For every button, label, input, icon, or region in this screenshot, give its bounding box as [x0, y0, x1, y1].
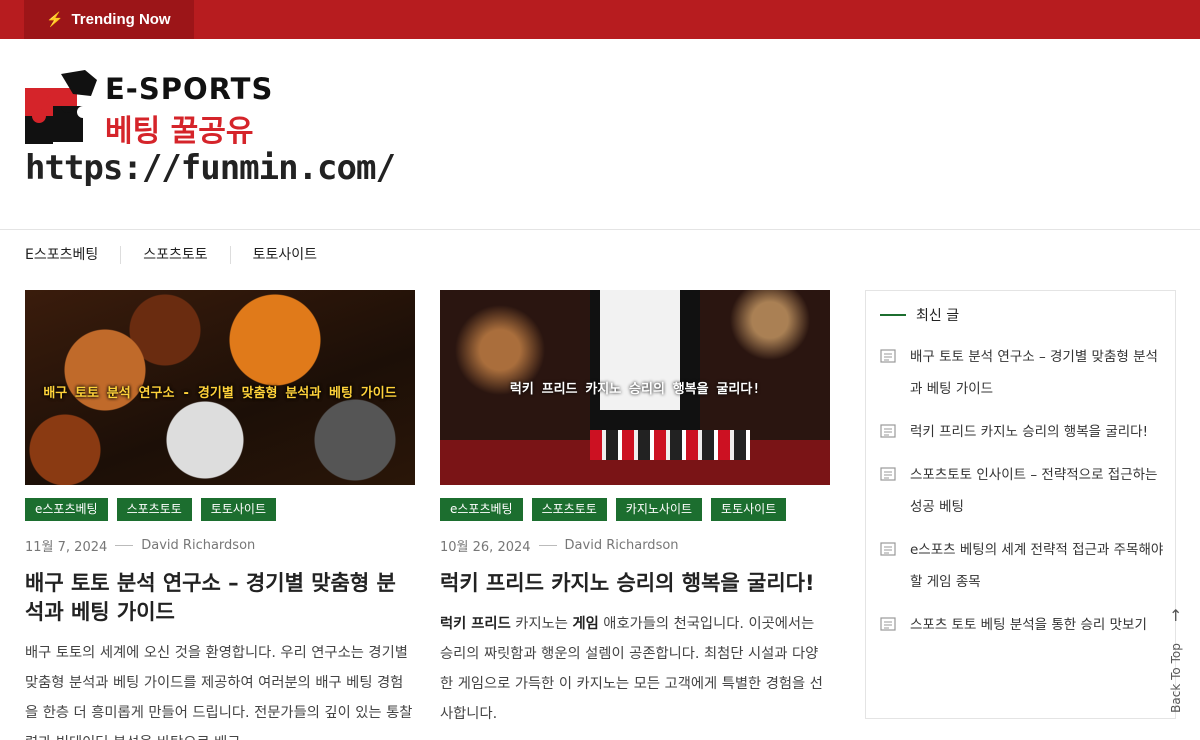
- post-author[interactable]: David Richardson: [141, 538, 255, 553]
- recent-post-link[interactable]: 럭키 프리드 카지노 승리의 행복을 굴리다!: [910, 416, 1148, 448]
- post-card: 럭키 프리드 카지노 승리의 행복을 굴리다! e스포츠베팅 스포츠토토 카지노…: [440, 290, 830, 729]
- top-bar: ⚡ Trending Now: [0, 0, 1200, 39]
- tag-link[interactable]: e스포츠베팅: [25, 498, 108, 521]
- site-logo[interactable]: E-SPORTS 베팅 꿀공유: [25, 70, 275, 150]
- post-title[interactable]: 배구 토토 분석 연구소 – 경기별 맞춤형 분석과 베팅 가이드: [25, 569, 415, 627]
- widget-title: 최신 글: [916, 308, 960, 324]
- tag-link[interactable]: 토토사이트: [200, 498, 276, 521]
- list-item: 스포츠토토 인사이트 – 전략적으로 접근하는 성공 베팅: [880, 459, 1164, 523]
- list-item: 럭키 프리드 카지노 승리의 행복을 굴리다!: [880, 416, 1164, 448]
- recent-posts-list: 배구 토토 분석 연구소 – 경기별 맞춤형 분석과 베팅 가이드 럭키 프리드…: [880, 341, 1164, 652]
- list-item: 스포츠 토토 베팅 분석을 통한 승리 맛보기: [880, 609, 1164, 641]
- excerpt-bold: 럭키 프리드: [440, 616, 511, 632]
- thumbnail-caption: 배구 토토 분석 연구소 - 경기별 맞춤형 분석과 베팅 가이드: [43, 386, 397, 401]
- document-icon: [880, 341, 896, 405]
- header-divider: [0, 229, 1200, 230]
- post-excerpt: 배구 토토의 세계에 오신 것을 환영합니다. 우리 연구소는 경기별 맞춤형 …: [25, 645, 413, 740]
- document-icon: [880, 534, 896, 598]
- logo-line-2: 베팅 꿀공유: [105, 114, 254, 149]
- document-icon: [880, 459, 896, 523]
- widget-heading: 최신 글: [880, 305, 959, 325]
- back-to-top-button[interactable]: ↑ Back To Top: [1166, 606, 1186, 716]
- document-icon: [880, 416, 896, 448]
- thumbnail-caption: 럭키 프리드 카지노 승리의 행복을 굴리다!: [509, 382, 761, 397]
- trending-now-button[interactable]: ⚡ Trending Now: [24, 0, 194, 39]
- post-author[interactable]: David Richardson: [565, 538, 679, 553]
- recent-post-link[interactable]: 스포츠 토토 베팅 분석을 통한 승리 맛보기: [910, 609, 1147, 641]
- post-thumbnail[interactable]: 배구 토토 분석 연구소 - 경기별 맞춤형 분석과 베팅 가이드: [25, 290, 415, 485]
- lightning-icon: ⚡: [46, 11, 64, 27]
- meta-divider: [115, 545, 134, 546]
- list-item: 배구 토토 분석 연구소 – 경기별 맞춤형 분석과 베팅 가이드: [880, 341, 1164, 405]
- post-meta: 11월 7, 2024 David Richardson: [25, 536, 415, 555]
- tag-link[interactable]: 스포츠토토: [116, 498, 192, 521]
- tag-link[interactable]: 스포츠토토: [531, 498, 607, 521]
- post-card: 배구 토토 분석 연구소 - 경기별 맞춤형 분석과 베팅 가이드 e스포츠베팅…: [25, 290, 415, 740]
- nav-item-toto-site[interactable]: 토토사이트: [229, 246, 339, 264]
- post-tags: e스포츠베팅 스포츠토토 토토사이트: [25, 498, 415, 521]
- nav-item-sports-toto[interactable]: 스포츠토토: [120, 246, 229, 264]
- post-date[interactable]: 10월 26, 2024: [440, 536, 531, 555]
- meta-divider: [538, 545, 557, 546]
- list-item: e스포츠 베팅의 세계 전략적 접근과 주목해야 할 게임 종목: [880, 534, 1164, 598]
- recent-post-link[interactable]: e스포츠 베팅의 세계 전략적 접근과 주목해야 할 게임 종목: [910, 534, 1164, 598]
- post-tags: e스포츠베팅 스포츠토토 카지노사이트 토토사이트: [440, 498, 830, 521]
- nav-item-esports-betting[interactable]: E스포츠베팅: [25, 246, 120, 264]
- tag-link[interactable]: 토토사이트: [711, 498, 787, 521]
- post-date[interactable]: 11월 7, 2024: [25, 536, 107, 555]
- recent-post-link[interactable]: 배구 토토 분석 연구소 – 경기별 맞춤형 분석과 베팅 가이드: [910, 341, 1164, 405]
- recent-post-link[interactable]: 스포츠토토 인사이트 – 전략적으로 접근하는 성공 베팅: [910, 459, 1164, 523]
- recent-posts-widget: 최신 글 배구 토토 분석 연구소 – 경기별 맞춤형 분석과 베팅 가이드 럭…: [865, 290, 1176, 719]
- logo-line-1: E-SPORTS: [105, 72, 274, 106]
- heading-accent-bar: [880, 314, 906, 316]
- excerpt-bold: 게임: [572, 616, 599, 632]
- post-title[interactable]: 럭키 프리드 카지노 승리의 행복을 굴리다!: [440, 569, 830, 598]
- post-thumbnail[interactable]: 럭키 프리드 카지노 승리의 행복을 굴리다!: [440, 290, 830, 485]
- site-title-link[interactable]: https://funmin.com/: [25, 148, 396, 188]
- document-icon: [880, 609, 896, 641]
- arrow-up-icon: ↑: [1169, 606, 1183, 625]
- trending-label: Trending Now: [71, 11, 171, 28]
- tag-link[interactable]: 카지노사이트: [615, 498, 703, 521]
- main-nav: E스포츠베팅 스포츠토토 토토사이트: [25, 246, 339, 264]
- excerpt-text: 카지노는: [510, 616, 573, 632]
- post-excerpt: 럭키 프리드 카지노는 게임 애호가들의 천국입니다. 이곳에서는 승리의 짜릿…: [440, 609, 830, 729]
- puzzle-logo-icon: [25, 70, 97, 144]
- thumbnail-chips: [590, 430, 750, 460]
- tag-link[interactable]: e스포츠베팅: [440, 498, 523, 521]
- post-meta: 10월 26, 2024 David Richardson: [440, 536, 830, 555]
- back-to-top-label: Back To Top: [1169, 643, 1183, 713]
